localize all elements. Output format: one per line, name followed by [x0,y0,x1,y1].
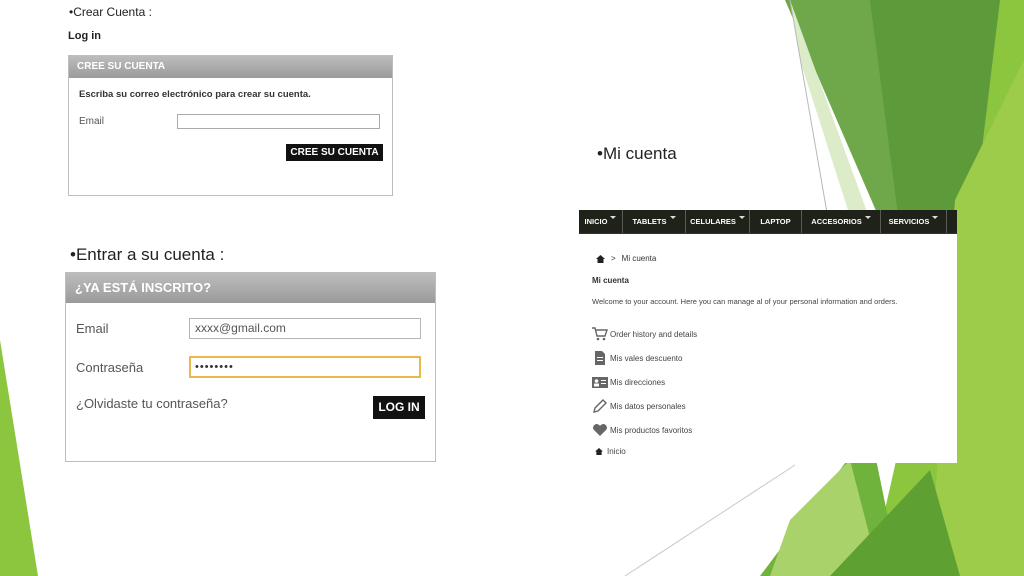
home-icon[interactable] [596,254,605,263]
bullet-mi-cuenta: •Mi cuenta [597,144,677,163]
my-account-panel: INICIO TABLETS CELULARES LAPTOP ACCESORI… [579,210,957,463]
chevron-down-icon [669,216,676,219]
home-link[interactable]: Inicio [595,447,626,456]
sign-in-email-label: Email [76,321,109,336]
menu-item-label: Mis direcciones [610,377,666,387]
top-nav: INICIO TABLETS CELULARES LAPTOP ACCESORI… [579,210,957,234]
chevron-down-icon [610,216,617,219]
menu-item-direcciones[interactable]: Mis direcciones [592,370,697,394]
address-card-icon [592,377,608,388]
nav-item-tablets[interactable]: TABLETS [623,210,686,233]
welcome-text: Welcome to your account. Here you can ma… [592,297,898,306]
bullet-entrar: •Entrar a su cuenta : [70,245,225,264]
chevron-down-icon [864,216,871,219]
nav-item-celulares[interactable]: CELULARES [686,210,750,233]
pencil-icon [593,399,607,413]
nav-item-inicio[interactable]: INICIO [579,210,623,233]
sign-in-header: ¿YA ESTÁ INSCRITO? [66,273,435,303]
menu-item-label: Mis productos favoritos [610,425,693,435]
menu-item-datos-personales[interactable]: Mis datos personales [592,394,697,418]
menu-item-vales[interactable]: Mis vales descuento [592,346,697,370]
nav-item-servicios[interactable]: SERVICIOS [881,210,947,233]
nav-label: CELULARES [690,217,736,226]
sign-in-email-input[interactable]: xxxx@gmail.com [189,318,421,339]
nav-label: SERVICIOS [888,217,930,226]
create-email-label: Email [79,116,105,127]
nav-item-laptop[interactable]: LAPTOP [750,210,802,233]
nav-label: LAPTOP [760,217,791,226]
home-icon [595,448,603,455]
create-account-button[interactable]: CREE SU CUENTA [286,144,383,161]
nav-item-accesorios[interactable]: ACCESORIOS [802,210,881,233]
forgot-password-link[interactable]: ¿Olvidaste tu contraseña? [76,396,228,411]
breadcrumb-separator: > [611,254,616,263]
document-icon [595,351,605,365]
create-account-header: CREE SU CUENTA [69,56,392,78]
nav-label: INICIO [584,217,608,226]
log-in-button[interactable]: LOG IN [373,396,425,419]
sign-in-panel: ¿YA ESTÁ INSCRITO? Email xxxx@gmail.com … [65,272,436,462]
password-input[interactable]: •••••••• [189,356,421,378]
account-menu: Order history and details Mis vales desc… [592,322,697,442]
login-label: Log in [68,30,101,42]
create-email-input[interactable] [177,114,380,129]
menu-item-label: Mis datos personales [610,401,686,411]
chevron-down-icon [932,216,939,219]
menu-item-order-history[interactable]: Order history and details [592,322,697,346]
chevron-down-icon [738,216,745,219]
breadcrumb: > Mi cuenta [596,254,656,263]
cart-icon [592,327,608,341]
create-account-description: Escriba su correo electrónico para crear… [79,89,311,100]
page-title: Mi cuenta [592,276,629,285]
nav-label: TABLETS [632,217,667,226]
heart-icon [593,424,607,436]
menu-item-label: Order history and details [610,329,698,339]
nav-label: ACCESORIOS [811,217,862,226]
password-label: Contraseña [76,360,144,375]
bullet-crear-cuenta: •Crear Cuenta : [69,5,152,19]
menu-item-label: Mis vales descuento [610,353,683,363]
breadcrumb-current: Mi cuenta [621,254,657,263]
home-link-label: Inicio [607,447,626,456]
create-account-panel: CREE SU CUENTA Escriba su correo electró… [68,55,393,196]
menu-item-favoritos[interactable]: Mis productos favoritos [592,418,697,442]
